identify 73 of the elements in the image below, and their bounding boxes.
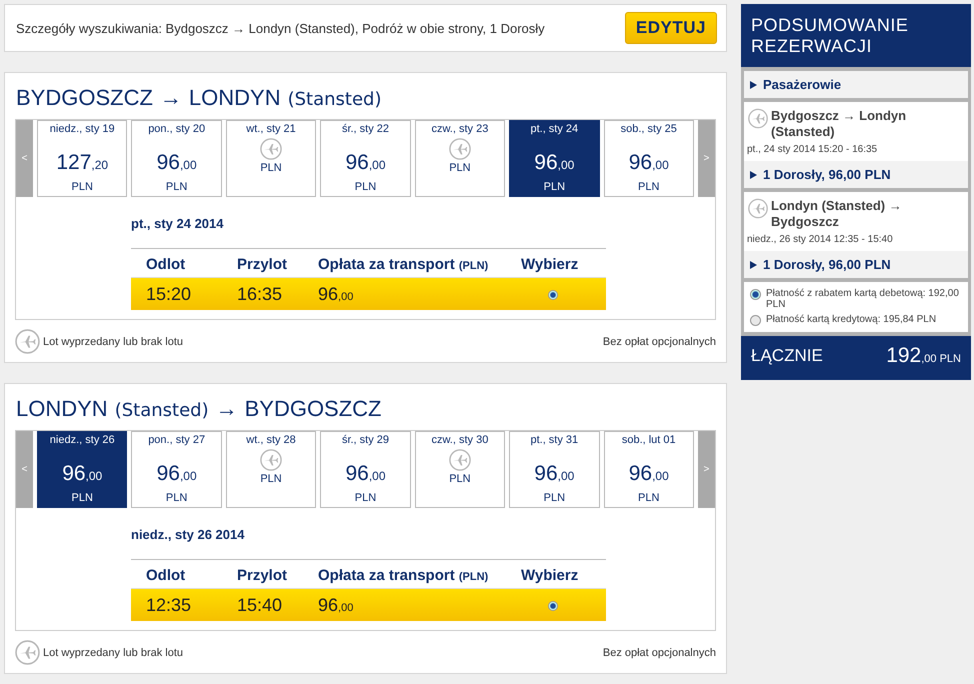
arrival-time: 15:40	[237, 595, 284, 616]
plane-icon	[15, 640, 40, 665]
city-name: BYDGOSZCZ	[244, 396, 382, 422]
fare-price: 96,00	[318, 284, 354, 305]
date-tab[interactable]: wt., sty 21 PLN	[226, 120, 316, 197]
payment-label: Płatność z rabatem kartą debetową: 192,00 PLN	[766, 288, 960, 310]
select-radio[interactable]	[548, 290, 558, 300]
column-header: Wybierz	[521, 256, 580, 273]
column-header: Wybierz	[521, 567, 580, 584]
column-header: Opłata za transport (PLN)	[318, 567, 490, 584]
passengers-section[interactable]: Pasażerowie	[744, 71, 968, 98]
flight-date: pt., sty 24 2014	[131, 216, 224, 231]
departure-time: 12:35	[146, 595, 192, 616]
legend-text: Lot wyprzedany lub brak lotu	[43, 336, 184, 348]
column-header: Odlot	[146, 567, 186, 584]
leg-route: Londyn (Stansted) → Bydgoszcz	[771, 198, 903, 230]
date-tab[interactable]: śr., sty 22 96,00 PLN	[320, 120, 411, 197]
fare-price: 96,00	[318, 595, 354, 616]
plane-icon	[260, 138, 282, 160]
route-arrow: →	[160, 85, 182, 111]
total-label: ŁĄCZNIE	[751, 346, 823, 366]
flight-row[interactable]: 12:35 15:40 96,00	[131, 589, 606, 621]
date-tab[interactable]: pon., sty 20 96,00 PLN	[131, 120, 222, 197]
plane-icon	[260, 449, 282, 471]
plane-icon	[748, 198, 768, 219]
departure-time: 15:20	[146, 284, 192, 305]
city-name: LONDYN	[16, 396, 108, 422]
select-radio[interactable]	[548, 600, 558, 610]
route-arrow: →	[216, 396, 238, 422]
airport-name: (Stansted)	[114, 400, 209, 421]
flight-date: niedz., sty 26 2014	[131, 527, 246, 542]
arrival-time: 16:35	[237, 284, 284, 305]
date-tab[interactable]: czw., sty 23 PLN	[414, 120, 506, 197]
plane-icon	[15, 329, 40, 354]
leg-time: niedz., 26 sty 2014 12:35 - 15:40	[746, 233, 894, 247]
column-header: Przylot	[237, 567, 288, 584]
fare-section[interactable]: 1 Dorosły, 96,00 PLN	[744, 251, 968, 278]
date-tab[interactable]: pt., sty 31 96,00 PLN	[509, 431, 600, 508]
city-name: LONDYN	[188, 85, 281, 111]
fare-section[interactable]: 1 Dorosły, 96,00 PLN	[744, 161, 968, 188]
payment-radio[interactable]	[750, 289, 761, 300]
date-tab[interactable]: niedz., sty 26 96,00 PLN	[37, 431, 128, 508]
payment-label: Płatność kartą kredytową: 195,84 PLN	[766, 314, 936, 325]
fees-note: Bez opłat opcjonalnych	[602, 336, 716, 348]
caret-icon	[750, 80, 757, 88]
date-tab[interactable]: sob., sty 25 96,00 PLN	[604, 120, 694, 197]
caret-icon	[750, 170, 757, 178]
total-price: 192,00 PLN	[886, 344, 961, 368]
column-header: Odlot	[146, 256, 186, 273]
airport-name: (Stansted)	[288, 89, 382, 110]
summary-title: PODSUMOWANIE REZERWACJI	[741, 4, 971, 67]
date-tab[interactable]: pt., sty 24 96,00 PLN	[509, 120, 600, 197]
date-tab[interactable]: czw., sty 30 PLN	[414, 431, 506, 508]
date-tab[interactable]: wt., sty 28 PLN	[226, 431, 316, 508]
column-header: Przylot	[237, 256, 288, 273]
date-tab[interactable]: pon., sty 27 96,00 PLN	[131, 431, 222, 508]
leg-time: pt., 24 sty 2014 15:20 - 16:35	[746, 143, 878, 157]
date-tab[interactable]: niedz., sty 19 127,20 PLN	[37, 120, 128, 197]
column-header: Opłata za transport (PLN)	[318, 256, 490, 273]
edit-button[interactable]: EDYTUJ	[624, 12, 717, 44]
city-name: BYDGOSZCZ	[16, 85, 153, 111]
date-tab[interactable]: śr., sty 29 96,00 PLN	[320, 431, 411, 508]
search-summary: Szczegóły wyszukiwania: Bydgoszcz → Londyn (Stansted), Podróż w obie strony, 1 Dorosły	[16, 20, 545, 36]
plane-icon	[448, 138, 471, 160]
legend-text: Lot wyprzedany lub brak lotu	[43, 646, 184, 658]
caret-icon	[750, 260, 757, 268]
plane-icon	[448, 449, 471, 471]
flight-row[interactable]: 15:20 16:35 96,00	[131, 278, 606, 310]
payment-radio[interactable]	[750, 315, 761, 326]
date-tab[interactable]: sob., lut 01 96,00 PLN	[604, 431, 694, 508]
fees-note: Bez opłat opcjonalnych	[602, 646, 716, 658]
leg-route: Bydgoszcz → Londyn (Stansted)	[771, 108, 908, 140]
plane-icon	[748, 108, 768, 129]
